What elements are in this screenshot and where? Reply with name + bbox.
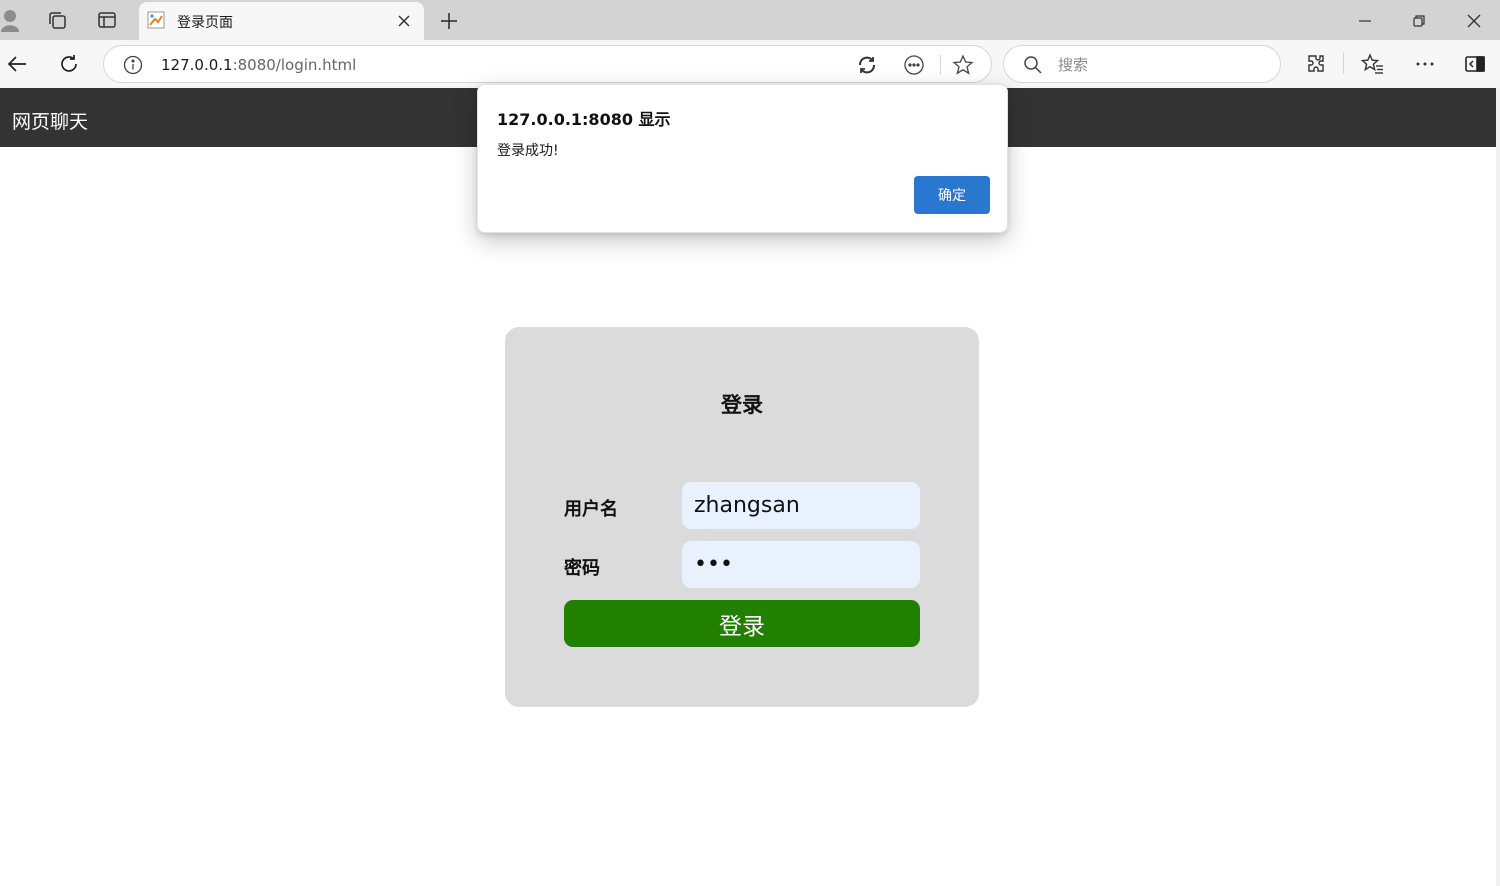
url-path: :8080/login.html [232,56,357,74]
toolbar-separator [1343,52,1344,74]
username-label: 用户名 [564,499,618,520]
favicon-icon [147,11,165,29]
search-box[interactable] [1003,45,1281,83]
alert-dialog: 127.0.0.1:8080 显示 登录成功! 确定 [477,84,1008,233]
window-close-icon[interactable] [1461,8,1487,34]
restore-icon[interactable] [1406,8,1432,34]
tab-title: 登录页面 [177,15,233,31]
username-input[interactable] [682,482,920,529]
back-icon[interactable] [4,51,30,77]
active-tab[interactable]: 登录页面 [139,2,424,40]
login-card: 登录 用户名 密码 登录 [505,327,979,707]
sidebar-icon[interactable] [1462,51,1488,77]
address-bar[interactable]: 127.0.0.1:8080/login.html [103,45,992,83]
login-button[interactable]: 登录 [564,600,920,647]
site-title: 网页聊天 [12,111,89,133]
collections-icon[interactable] [45,8,69,32]
alert-title: 127.0.0.1:8080 显示 [497,110,671,129]
tab-actions-icon[interactable] [95,8,119,32]
info-icon[interactable] [123,55,143,75]
refresh-icon[interactable] [56,51,82,77]
address-separator [940,55,941,75]
password-label: 密码 [564,558,600,579]
minimize-icon[interactable] [1352,8,1378,34]
search-input[interactable] [1058,54,1268,76]
translate-icon[interactable] [856,54,878,76]
password-input[interactable] [682,541,920,588]
star-icon[interactable] [952,54,974,76]
plus-icon[interactable] [436,8,462,34]
search-icon [1023,55,1043,75]
reading-mode-icon[interactable] [903,54,925,76]
browser-toolbar: 127.0.0.1:8080/login.html [0,40,1500,88]
close-icon[interactable] [394,11,414,31]
more-icon[interactable] [1412,51,1438,77]
extensions-icon[interactable] [1303,51,1329,77]
profile-icon[interactable] [0,8,24,32]
tab-bar: 登录页面 [0,0,1500,40]
alert-message: 登录成功! [497,143,559,159]
ok-button[interactable]: 确定 [914,176,990,214]
login-title: 登录 [721,393,763,417]
favorites-icon[interactable] [1360,51,1386,77]
scrollbar-track[interactable] [1496,88,1500,886]
url-text[interactable]: 127.0.0.1:8080/login.html [161,56,356,74]
url-host: 127.0.0.1 [161,56,233,74]
